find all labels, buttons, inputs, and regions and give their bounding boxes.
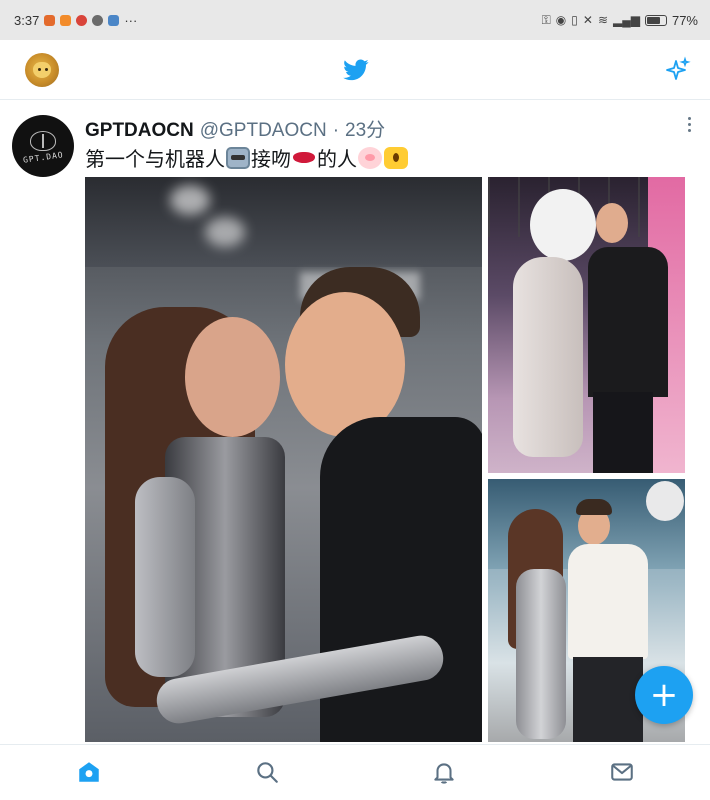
robot-head-background [646, 481, 684, 521]
status-bar: 3:37 ··· ⚿ ◉ ▯ ✕ ≋ ▂▄▆ 77% [0, 0, 710, 40]
avatar-face [33, 62, 51, 78]
man-hair [576, 499, 612, 515]
messages-icon[interactable] [609, 759, 635, 785]
man-pants [593, 392, 653, 473]
pig-emoji-icon [358, 146, 382, 169]
tweet-photo-main[interactable] [85, 177, 482, 742]
more-options-icon[interactable] [688, 117, 692, 135]
man-face [596, 203, 628, 243]
tweet-header: GPTDAOCN @GPTDAOCN · 23分 [85, 115, 670, 142]
top-app-bar [0, 40, 710, 100]
tweet-text-part: 接吻 [251, 149, 291, 171]
man-pants [573, 657, 643, 742]
more-notifications-icon: ··· [124, 12, 138, 28]
key-icon: ⚿ [541, 12, 551, 27]
avatar-eye [38, 68, 41, 71]
status-time: 3:37 [14, 12, 40, 28]
eye-icon: ◉ [555, 13, 567, 27]
man-face [285, 292, 405, 437]
tweet-media-grid [85, 177, 685, 742]
vibrate-icon: ▯ [571, 13, 578, 27]
tweet-photo-top-right[interactable] [488, 177, 685, 473]
robot-head [530, 189, 596, 261]
battery-icon [644, 14, 667, 26]
woman-face [185, 317, 280, 437]
robot-emoji-icon [226, 146, 250, 169]
battery-fill [646, 16, 661, 24]
app-icon [76, 14, 88, 26]
app-icon [92, 14, 104, 26]
twitter-bird-icon[interactable] [343, 57, 369, 83]
tweet-text-part: 第一个与机器人 [85, 149, 225, 171]
separator-dot: · [332, 120, 340, 141]
kiss-lips-emoji-icon [292, 147, 316, 169]
signal-icon: ▂▄▆ [613, 13, 640, 27]
author-handle[interactable]: @GPTDAOCN [200, 120, 327, 142]
battery-percent: 77% [671, 12, 698, 28]
tweet-text: 第一个与机器人 接吻 的人 [85, 143, 409, 172]
weibo-icon [44, 14, 56, 26]
ceiling-light [205, 217, 245, 247]
tweet-author-avatar[interactable]: GPT.DAO [12, 115, 74, 177]
sparkle-icon[interactable] [663, 56, 691, 84]
tweet-text-part: 的人 [317, 149, 357, 171]
robot-arm [135, 477, 195, 677]
author-display-name[interactable]: GPTDAOCN [85, 120, 194, 142]
tweet-timestamp[interactable]: 23分 [345, 115, 385, 142]
wifi-icon: ≋ [597, 13, 608, 27]
mail-app-icon [60, 14, 72, 26]
avatar-eye [45, 68, 48, 71]
ceiling-light [170, 185, 210, 215]
home-icon[interactable] [76, 759, 102, 785]
status-right: ⚿ ◉ ▯ ✕ ≋ ▂▄▆ 77% [542, 13, 698, 28]
robot-body [513, 257, 583, 457]
mute-icon: ✕ [582, 13, 593, 27]
compose-tweet-button[interactable]: + [635, 666, 693, 724]
notifications-icon[interactable] [431, 759, 457, 785]
man-sweater [588, 247, 668, 397]
profile-avatar-button[interactable] [25, 53, 59, 87]
robot-body [516, 569, 566, 739]
search-icon[interactable] [254, 759, 280, 785]
ceiling [85, 177, 482, 267]
bottom-navigation [0, 744, 710, 800]
avatar-logo-text: GPT.DAO [22, 149, 64, 165]
tweet[interactable]: GPT.DAO GPTDAOCN @GPTDAOCN · 23分 第一个与机器人… [0, 101, 710, 744]
brain-icon [30, 130, 56, 151]
man-shirt [568, 544, 648, 659]
person-icon [108, 14, 120, 26]
scream-emoji-icon [384, 146, 408, 169]
status-left: 3:37 ··· [14, 13, 137, 28]
plus-icon: + [649, 675, 679, 715]
